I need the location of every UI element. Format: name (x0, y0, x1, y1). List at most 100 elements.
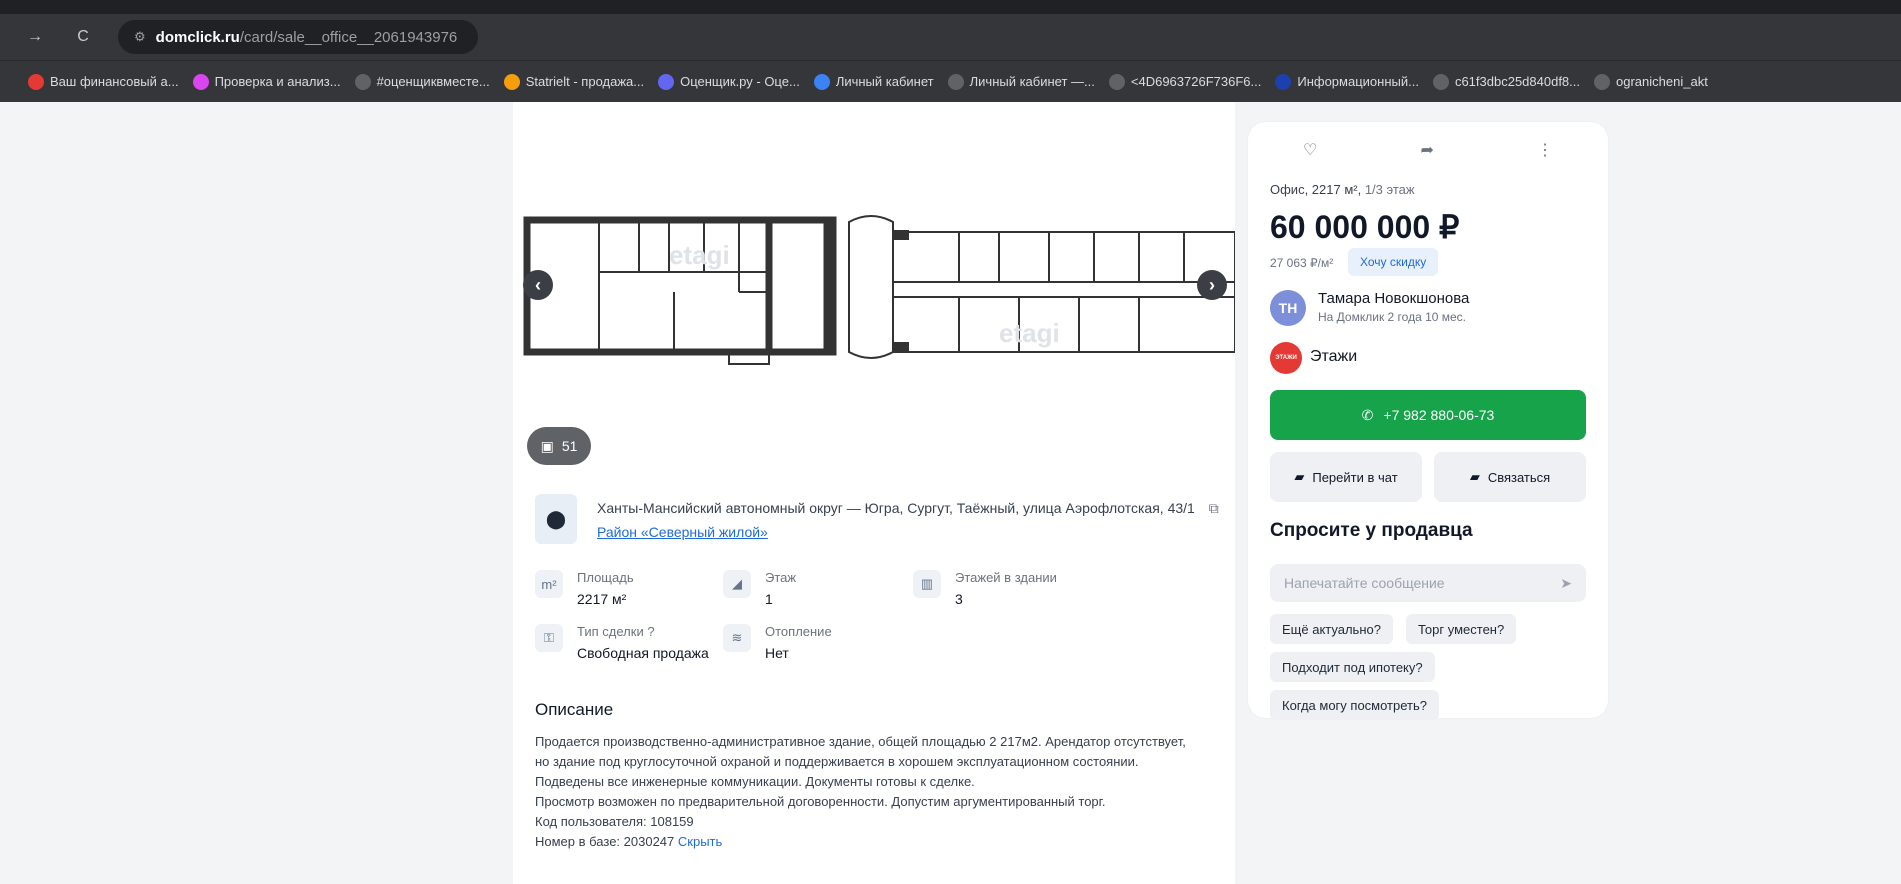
quick-question-chip[interactable]: Когда могу посмотреть? (1270, 690, 1439, 720)
description-line: Подведены все инженерные коммуникации. Д… (535, 774, 975, 789)
send-icon[interactable]: ➤ (1560, 575, 1572, 592)
contact-button[interactable]: ▰ Связаться (1434, 452, 1586, 502)
prop-floors: ▥ Этажей в здании 3 (913, 570, 1057, 607)
key-icon: ⚿ (535, 624, 563, 652)
heating-value: Нет (765, 645, 789, 661)
agency-name[interactable]: Этажи (1310, 348, 1357, 366)
quick-question-chip[interactable]: Подходит под ипотеку? (1270, 652, 1435, 682)
floors-value: 3 (955, 591, 963, 607)
deal-label: Тип сделки (577, 624, 644, 639)
bookmark-label: Личный кабинет (835, 74, 934, 89)
bookmark-label: <4D6963726F736F6... (1130, 74, 1262, 89)
more-icon[interactable]: ⋮ (1537, 140, 1553, 160)
globe-icon (1432, 73, 1449, 90)
deal-value: Свободная продажа (577, 645, 709, 661)
url-field[interactable]: ⚙ domclick.ru/card/sale__office__2061943… (118, 20, 478, 54)
offer-card: ♡ ➦ ⋮ Офис, 2217 м², 1/3 этаж 60 000 000… (1248, 122, 1608, 720)
hide-link[interactable]: Скрыть (678, 834, 722, 849)
map-thumbnail[interactable]: ⬤ (535, 494, 577, 544)
share-icon[interactable]: ➦ (1420, 140, 1433, 160)
area-label: Площадь (577, 570, 634, 585)
bookmarks-bar: Ваш финансовый а... Проверка и анализ... #… (0, 60, 1901, 102)
agent-avatar[interactable]: ТН (1270, 290, 1306, 326)
address: Ханты-Мансийский автономный округ — Югра… (597, 500, 1219, 517)
building-icon: ▥ (913, 570, 941, 598)
floors-label: Этажей в здании (955, 570, 1057, 585)
photo-count-button[interactable]: ▣ 51 (527, 427, 591, 465)
floor-plan-image[interactable]: etagi etagi (519, 202, 1235, 392)
address-text: Ханты-Мансийский автономный округ — Югра… (597, 500, 1195, 516)
bookmark-item[interactable]: c61f3dbc25d840df8... (1432, 73, 1581, 90)
floor-label: Этаж (765, 570, 797, 585)
photo-count-value: 51 (561, 438, 578, 454)
prop-area: m² Площадь 2217 м² (535, 570, 634, 607)
chat-icon: ▰ (1294, 469, 1305, 484)
info-icon (1275, 73, 1292, 90)
bookmark-item[interactable]: <4D6963726F736F6... (1108, 73, 1262, 90)
bookmark-label: c61f3dbc25d840df8... (1454, 74, 1581, 89)
address-bar: → C ⚙ domclick.ru/card/sale__office__206… (0, 14, 1901, 60)
description-text: Продается производственно-административн… (535, 732, 1195, 852)
reload-icon[interactable]: C (66, 28, 100, 46)
globe-icon (947, 73, 964, 90)
st-icon (503, 73, 520, 90)
ask-seller-title: Спросите у продавца (1270, 520, 1473, 541)
bookmark-label: Информационный... (1297, 74, 1419, 89)
call-button[interactable]: ✆ +7 982 880-06-73 (1270, 390, 1586, 440)
gallery-next-button[interactable]: › (1197, 270, 1227, 300)
star-icon (658, 73, 675, 90)
discount-button[interactable]: Хочу скидку (1348, 248, 1439, 276)
bookmark-item[interactable]: Информационный... (1275, 73, 1419, 90)
bookmark-label: Оценщик.ру - Оце... (680, 74, 800, 89)
bookmark-item[interactable]: Личный кабинет —... (947, 73, 1095, 90)
quick-question-chip[interactable]: Ещё актуально? (1270, 614, 1393, 644)
bookmark-label: ogranicheni_akt (1616, 74, 1708, 89)
price-per-meter: 27 063 ₽/м² (1270, 256, 1334, 270)
bookmark-item[interactable]: Личный кабинет (813, 73, 934, 90)
url-host: domclick.ru (155, 28, 240, 46)
watermark-2: etagi (999, 318, 1060, 348)
card-actions: ♡ ➦ ⋮ (1303, 140, 1553, 160)
bookmark-item[interactable]: ogranicheni_akt (1594, 73, 1708, 90)
description-line: Просмотр возможен по предварительной дог… (535, 794, 1106, 809)
offer-type: Офис, 2217 м², 1/3 этаж (1270, 182, 1415, 197)
quick-question-chip[interactable]: Торг уместен? (1406, 614, 1517, 644)
help-icon[interactable]: ? (647, 624, 654, 639)
price: 60 000 000 ₽ (1270, 209, 1460, 245)
floor-value: 1 (765, 591, 773, 607)
bookmark-item[interactable]: Оценщик.ру - Оце... (658, 73, 800, 90)
heating-label: Отопление (765, 624, 832, 639)
bookmark-item[interactable]: Проверка и анализ... (192, 73, 341, 90)
district-link[interactable]: Район «Северный жилой» (597, 524, 768, 540)
message-input[interactable]: Напечатайте сообщение ➤ (1270, 564, 1586, 602)
contact-label: Связаться (1487, 469, 1551, 485)
heart-icon[interactable]: ♡ (1303, 140, 1317, 160)
globe-icon (1594, 73, 1611, 90)
site-info-icon[interactable]: ⚙ (134, 29, 146, 45)
agency-logo: ЭТАЖИ (1270, 342, 1302, 374)
chat-label: Перейти в чат (1312, 469, 1398, 485)
bookmark-item[interactable]: Statrielt - продажа... (503, 73, 644, 90)
stairs-icon: ◢ (723, 570, 751, 598)
tab-strip (0, 0, 1901, 14)
copy-icon[interactable]: ⧉ (1209, 500, 1219, 516)
agent-tenure: На Домклик 2 года 10 мес. (1318, 310, 1467, 324)
heating-icon: ≋ (723, 624, 751, 652)
watermark: etagi (669, 240, 730, 270)
globe-icon (354, 73, 371, 90)
camera-icon: ▣ (540, 437, 554, 454)
chat-button[interactable]: ▰ Перейти в чат (1270, 452, 1422, 502)
globe-icon (1108, 73, 1125, 90)
ri-icon (28, 73, 44, 90)
bookmark-item[interactable]: #оценщиквместе... (354, 73, 490, 90)
forward-icon[interactable]: → (18, 28, 52, 46)
description-title: Описание (535, 700, 614, 719)
bookmark-item[interactable]: Ваш финансовый а... (28, 73, 179, 90)
gallery-prev-button[interactable]: ‹ (523, 270, 553, 300)
base-number: Номер в базе: 2030247 (535, 834, 675, 849)
listing-main: etagi etagi ‹ › ▣ 51 ⬤ Ханты-Мансийский … (513, 102, 1235, 884)
prop-deal: ⚿ Тип сделки ? Свободная продажа (535, 624, 709, 661)
bookmark-label: Личный кабинет —... (969, 74, 1095, 89)
agent-name[interactable]: Тамара Новокшонова (1318, 290, 1469, 307)
p-icon (192, 73, 209, 90)
